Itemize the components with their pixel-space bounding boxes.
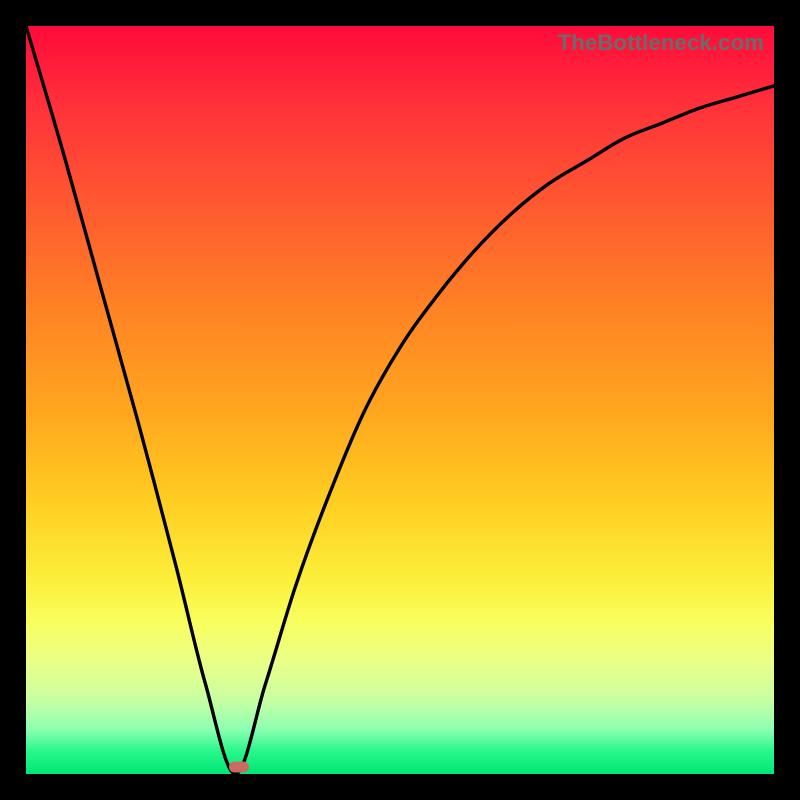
bottleneck-curve	[26, 26, 774, 774]
optimal-point-marker	[229, 761, 249, 772]
plot-area: TheBottleneck.com	[26, 26, 774, 774]
chart-frame: TheBottleneck.com	[0, 0, 800, 800]
